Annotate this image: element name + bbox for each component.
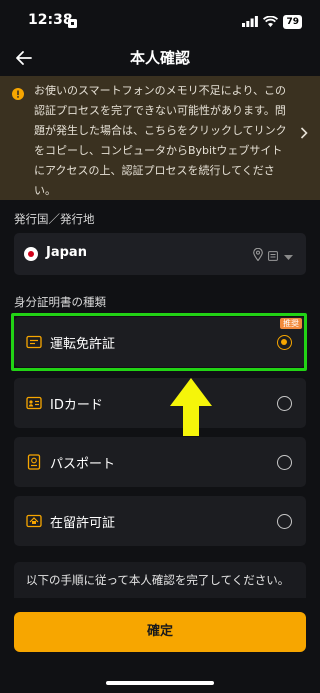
japan-flag-icon	[24, 247, 38, 261]
warning-text: お使いのスマートフォンのメモリ不足により、この認証プロセスを完了できない可能性が…	[34, 84, 287, 197]
warning-icon	[12, 85, 24, 104]
country-section-label: 発行国／発行地	[14, 212, 95, 226]
country-select[interactable]: Japan	[14, 233, 306, 275]
option-passport[interactable]: パスポート	[14, 437, 306, 487]
annotation-arrow-icon	[168, 376, 214, 442]
document-section-label: 身分証明書の種類	[14, 295, 106, 309]
nav-bar: 本人確認	[0, 40, 320, 74]
signal-icon	[242, 12, 259, 31]
radio-unselected[interactable]	[277, 514, 292, 529]
status-bar: 12:38 79	[0, 0, 320, 40]
wifi-icon	[263, 12, 279, 31]
option-label: IDカード	[50, 398, 103, 413]
home-indicator[interactable]	[106, 681, 214, 685]
location-pin-icon	[253, 246, 263, 265]
status-indicators: 79	[242, 12, 302, 31]
chevron-right-icon[interactable]	[300, 124, 308, 143]
passport-icon	[26, 454, 42, 474]
lock-icon	[68, 13, 77, 32]
status-time: 12:38	[28, 12, 73, 28]
dropdown-caret-icon	[283, 246, 294, 265]
battery-icon: 79	[283, 14, 302, 29]
country-name: Japan	[46, 245, 87, 260]
instruction-card: 以下の手順に従って本人確認を完了してください。	[14, 562, 306, 598]
instruction-text: 以下の手順に従って本人確認を完了してください。	[26, 573, 290, 587]
highlight-box: 推奨	[11, 313, 307, 371]
recommended-badge: 推奨	[280, 318, 302, 329]
option-label: パスポート	[50, 457, 116, 472]
radio-unselected[interactable]	[277, 396, 292, 411]
memory-warning-banner[interactable]: お使いのスマートフォンのメモリ不足により、この認証プロセスを完了できない可能性が…	[0, 76, 320, 200]
confirm-button[interactable]: 確定	[14, 612, 306, 652]
option-residence-permit[interactable]: 在留許可証	[14, 496, 306, 546]
option-id-card[interactable]: IDカード	[14, 378, 306, 428]
country-tools	[253, 246, 294, 265]
id-card-icon	[26, 395, 42, 414]
radio-unselected[interactable]	[277, 455, 292, 470]
page-title: 本人確認	[129, 49, 190, 67]
residence-permit-icon	[26, 513, 42, 532]
option-label: 在留許可証	[50, 516, 116, 531]
document-small-icon	[268, 246, 278, 265]
